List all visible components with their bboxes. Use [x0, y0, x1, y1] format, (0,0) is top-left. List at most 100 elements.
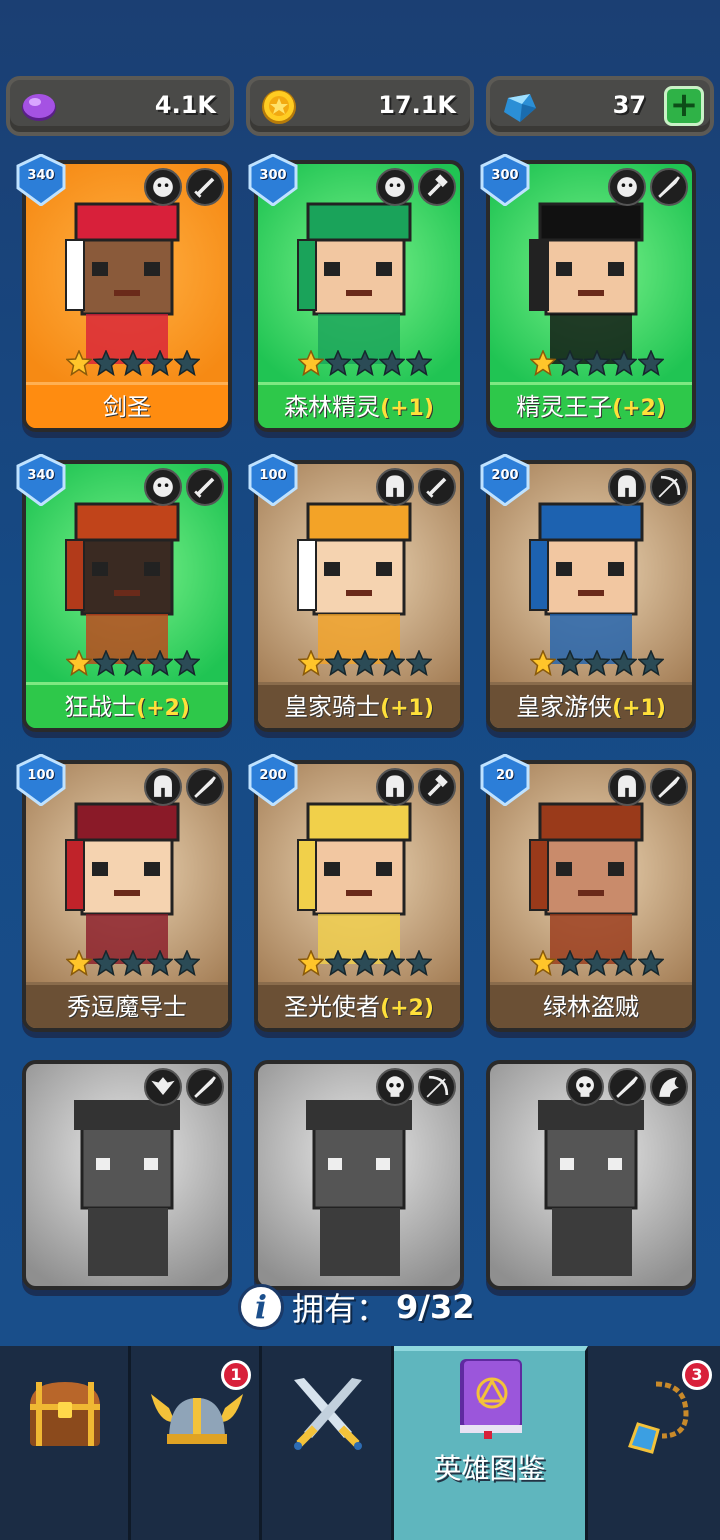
add-diamond-button[interactable]: +: [664, 86, 704, 126]
level-shield-icon: 200: [480, 453, 530, 507]
hero-name-bar: 绿林盗贼: [490, 982, 692, 1028]
owned-counter: i 拥有： 9/32: [238, 1282, 475, 1332]
level-shield-icon: 300: [480, 153, 530, 207]
race-icon: [144, 468, 182, 506]
hero-name-bar: 圣光使者(+2): [258, 982, 460, 1028]
star-icon: [66, 350, 92, 376]
nav-shop-tab[interactable]: [0, 1346, 131, 1540]
bow-icon: [418, 1068, 456, 1106]
equipment-notification-badge: 3: [682, 1360, 712, 1390]
star-icon: [406, 350, 432, 376]
skull-icon: [376, 1068, 414, 1106]
hammer-icon: [418, 768, 456, 806]
locked-hero-card[interactable]: [486, 1060, 696, 1290]
star-icon: [120, 950, 146, 976]
star-icon: [638, 950, 664, 976]
nav-hero-compendium-tab[interactable]: 英雄图鉴: [394, 1346, 588, 1540]
hero-level: 300: [259, 168, 287, 183]
star-rating: [530, 350, 664, 376]
hammer-icon: [418, 168, 456, 206]
purple-gem-counter[interactable]: 4.1K: [6, 76, 234, 136]
hero-level: 340: [27, 168, 55, 183]
star-icon: [584, 950, 610, 976]
diamond-icon: [504, 94, 536, 122]
purple-gem-value: 4.1K: [154, 91, 216, 119]
wand-icon: [186, 768, 224, 806]
dagger-icon: [650, 768, 688, 806]
star-icon: [66, 950, 92, 976]
star-icon: [379, 650, 405, 676]
nav-heroes-tab[interactable]: 1: [131, 1346, 262, 1540]
locked-hero-card[interactable]: [22, 1060, 232, 1290]
star-icon: [93, 650, 119, 676]
info-icon[interactable]: i: [238, 1284, 284, 1330]
star-icon: [406, 650, 432, 676]
amulet-icon: [628, 1381, 689, 1454]
owned-label: 拥有：: [292, 1290, 389, 1328]
star-rating: [298, 350, 432, 376]
star-icon: [352, 350, 378, 376]
heroes-notification-badge: 1: [221, 1360, 251, 1390]
nav-equipment-tab[interactable]: 3: [588, 1346, 720, 1540]
star-icon: [611, 650, 637, 676]
star-icon: [298, 650, 324, 676]
helmet-icon: [376, 768, 414, 806]
star-icon: [325, 650, 351, 676]
hero-name-bar: 森林精灵(+1): [258, 382, 460, 428]
race-icon: [144, 168, 182, 206]
level-shield-icon: 300: [248, 153, 298, 207]
hero-bonus: (+2): [136, 696, 190, 721]
star-icon: [147, 950, 173, 976]
hero-name: 圣光使者: [284, 993, 381, 1021]
hero-name-bar: 精灵王子(+2): [490, 382, 692, 428]
hero-bonus: (+1): [612, 696, 666, 721]
star-icon: [406, 950, 432, 976]
locked-hero-card[interactable]: [254, 1060, 464, 1290]
star-rating: [66, 950, 200, 976]
star-icon: [557, 950, 583, 976]
purple-gem-icon: [22, 94, 56, 121]
hero-level: 100: [27, 768, 55, 783]
star-icon: [325, 350, 351, 376]
star-icon: [147, 350, 173, 376]
star-icon: [584, 650, 610, 676]
hero-name-bar: 剑圣: [26, 382, 228, 428]
hero-name: 森林精灵: [284, 393, 381, 421]
level-shield-icon: 100: [248, 453, 298, 507]
hero-bonus: (+1): [380, 696, 434, 721]
star-rating: [530, 650, 664, 676]
star-icon: [611, 350, 637, 376]
diamond-counter[interactable]: 37 +: [486, 76, 714, 136]
hero-name-bar: 皇家骑士(+1): [258, 682, 460, 728]
hero-name: 秀逗魔导士: [67, 993, 187, 1021]
hero-level: 200: [259, 768, 287, 783]
star-icon: [174, 650, 200, 676]
gold-coin-value: 17.1K: [378, 91, 456, 119]
star-icon: [352, 950, 378, 976]
level-shield-icon: 20: [480, 753, 530, 807]
crossed-swords-icon: [294, 1378, 362, 1450]
star-icon: [584, 350, 610, 376]
star-icon: [379, 350, 405, 376]
helmet-icon: [144, 768, 182, 806]
nav-battle-tab[interactable]: [262, 1346, 394, 1540]
dagger-icon: [186, 1068, 224, 1106]
hero-name: 皇家游侠: [516, 693, 613, 721]
star-icon: [557, 350, 583, 376]
sword-icon: [186, 468, 224, 506]
star-icon: [530, 650, 556, 676]
hero-level: 300: [491, 168, 519, 183]
level-shield-icon: 200: [248, 753, 298, 807]
wings-icon: [144, 1068, 182, 1106]
hero-name: 绿林盗贼: [543, 993, 639, 1021]
hero-level: 200: [491, 468, 519, 483]
star-icon: [298, 950, 324, 976]
star-icon: [120, 650, 146, 676]
gold-coin-counter[interactable]: 17.1K: [246, 76, 474, 136]
star-icon: [379, 950, 405, 976]
dragon-icon: [650, 1068, 688, 1106]
beast-icon: [608, 1068, 646, 1106]
currency-bar: 4.1K 17.1K 37 +: [6, 76, 714, 136]
owned-count: 9/32: [396, 1288, 475, 1326]
star-icon: [174, 350, 200, 376]
